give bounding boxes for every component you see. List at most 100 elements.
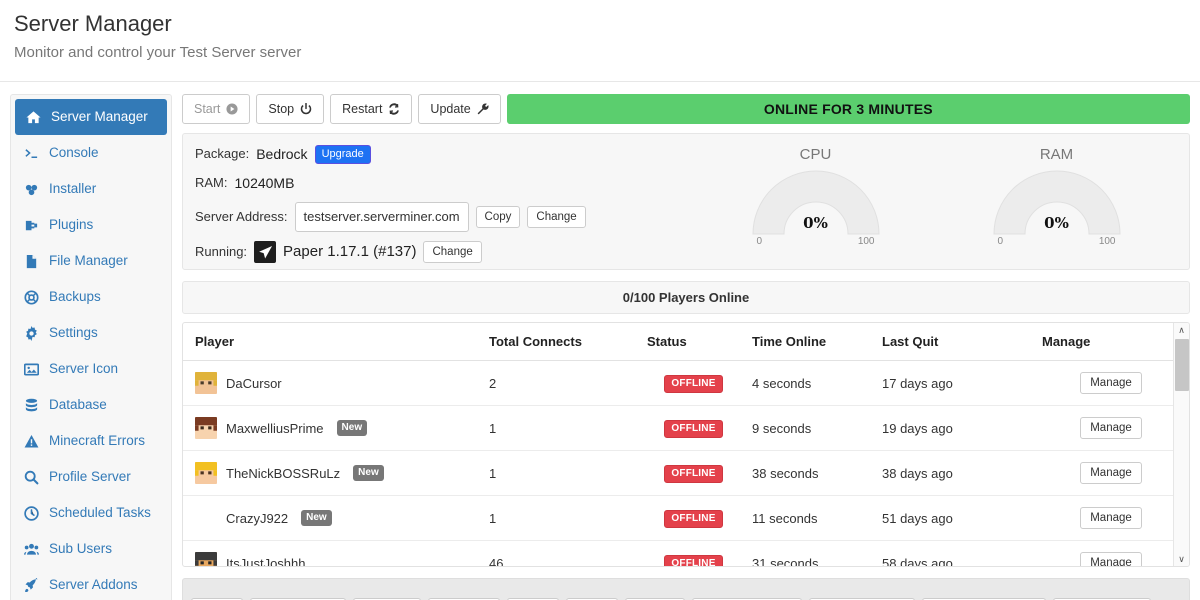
sidebar-item-label: Backups: [49, 289, 101, 304]
gauge-scale: 0 100: [757, 236, 875, 247]
cell-time-online: 31 seconds: [746, 540, 876, 566]
change-address-button[interactable]: Change: [527, 206, 586, 228]
sidebar-item-installer[interactable]: Installer: [11, 171, 171, 207]
sidebar-item-minecraft-errors[interactable]: Minecraft Errors: [11, 423, 171, 459]
lifebuoy-icon: [23, 289, 40, 306]
cell-total-connects: 1: [483, 405, 641, 451]
manage-button[interactable]: Manage: [1080, 462, 1142, 484]
ram-label: RAM:: [195, 175, 228, 190]
sidebar-item-label: Minecraft Errors: [49, 433, 146, 448]
scrollbar-thumb[interactable]: [1174, 339, 1189, 391]
cell-status: OFFLINE: [641, 495, 746, 541]
cell-status: OFFLINE: [641, 540, 746, 566]
sidebar-item-profile-server[interactable]: Profile Server: [11, 459, 171, 495]
sidebar-item-sub-users[interactable]: Sub Users: [11, 531, 171, 567]
sidebar-item-label: Plugins: [49, 217, 94, 232]
player-cell: DaCursor: [195, 372, 477, 394]
scroll-up-arrow-icon[interactable]: ∧: [1174, 323, 1190, 337]
users-icon: [23, 541, 40, 558]
cell-last-quit: 19 days ago: [876, 405, 1036, 451]
sidebar-item-label: Server Addons: [49, 577, 138, 592]
package-value: Bedrock: [256, 146, 308, 162]
players-table: Player Total Connects Status Time Online Las…: [183, 323, 1186, 567]
ram-row: RAM: 10240MB: [195, 173, 695, 193]
table-row: DaCursor 2 OFFLINE 4 seconds 17 days ago Mana…: [183, 360, 1186, 406]
avatar: [195, 552, 217, 566]
home-icon: [25, 109, 42, 126]
page-layout: Server Manager Console Installer Plugins Fil…: [0, 82, 1200, 600]
gauge-min-label: 0: [756, 236, 763, 247]
status-badge: OFFLINE: [664, 554, 723, 566]
manage-button[interactable]: Manage: [1080, 372, 1142, 394]
scrollbar-track[interactable]: [1174, 337, 1190, 552]
cell-player: TheNickBOSSRuLz New: [183, 450, 483, 496]
sidebar-item-label: Settings: [49, 325, 98, 340]
gauge-max-label: 100: [1098, 236, 1116, 247]
change-version-button[interactable]: Change: [423, 241, 482, 263]
gauge-arc: 0%: [967, 166, 1147, 235]
table-row: CrazyJ922 New 1 OFFLINE 11 seconds 51 days ag…: [183, 495, 1186, 541]
manage-button[interactable]: Manage: [1080, 552, 1142, 566]
cell-status: OFFLINE: [641, 360, 746, 406]
cell-time-online: 4 seconds: [746, 360, 876, 406]
sidebar-item-label: Sub Users: [49, 541, 113, 556]
start-button: Start: [182, 94, 251, 124]
sidebar-item-console[interactable]: Console: [11, 135, 171, 171]
package-row: Package: Bedrock Upgrade: [195, 144, 695, 164]
table-header-row: Player Total Connects Status Time Online Las…: [183, 323, 1186, 361]
manage-button[interactable]: Manage: [1080, 417, 1142, 439]
sidebar-item-settings[interactable]: Settings: [11, 315, 171, 351]
gauge-arc: 0%: [726, 166, 906, 235]
start-button-label: Start: [194, 102, 221, 116]
sidebar-item-server-icon[interactable]: Server Icon: [11, 351, 171, 387]
upgrade-button[interactable]: Upgrade: [314, 144, 371, 164]
player-name: DaCursor: [226, 375, 282, 391]
sidebar-item-label: Profile Server: [49, 469, 131, 484]
new-badge: New: [353, 465, 384, 481]
cell-total-connects: 1: [483, 495, 641, 541]
sidebar-item-label: File Manager: [49, 253, 128, 268]
new-badge: New: [301, 510, 332, 526]
sidebar-item-plugins[interactable]: Plugins: [11, 207, 171, 243]
main-content: Start Stop Restart Update ONLINE FOR 3 MINU…: [182, 94, 1190, 600]
sidebar-item-backups[interactable]: Backups: [11, 279, 171, 315]
player-name: ItsJustJoshhh: [226, 555, 306, 567]
cell-total-connects: 2: [483, 360, 641, 406]
player-name: TheNickBOSSRuLz: [226, 465, 341, 481]
scroll-down-arrow-icon[interactable]: ∨: [1174, 552, 1190, 566]
bottom-panel: [182, 578, 1190, 600]
wrench-icon: [477, 103, 489, 115]
cell-time-online: 11 seconds: [746, 495, 876, 541]
server-address-input[interactable]: testserver.serverminer.com: [294, 202, 469, 232]
gauge-value: 0%: [1044, 214, 1069, 232]
gauge-title: CPU: [799, 146, 832, 163]
player-name: CrazyJ922: [226, 510, 289, 526]
avatar: [195, 507, 217, 529]
column-header-total-connects: Total Connects: [483, 323, 641, 361]
status-badge: OFFLINE: [664, 374, 723, 393]
gauge-ram: RAM 0% 0 100: [967, 146, 1147, 247]
update-button[interactable]: Update: [418, 94, 501, 124]
sidebar-item-server-manager[interactable]: Server Manager: [15, 99, 167, 135]
player-cell: ItsJustJoshhh: [195, 552, 477, 567]
sidebar-item-file-manager[interactable]: File Manager: [11, 243, 171, 279]
page-subtitle: Monitor and control your Test Server ser…: [14, 44, 302, 61]
table-scrollbar[interactable]: ∧ ∨: [1173, 323, 1189, 566]
sidebar-item-server-addons[interactable]: Server Addons: [11, 567, 171, 600]
restart-button[interactable]: Restart: [330, 94, 413, 124]
column-header-manage: Manage: [1036, 323, 1186, 361]
gauge-value: 0%: [803, 214, 828, 232]
gauge-scale: 0 100: [998, 236, 1116, 247]
sidebar-item-label: Scheduled Tasks: [49, 505, 151, 520]
copy-address-button[interactable]: Copy: [475, 206, 521, 228]
page-header: Server Manager Monitor and control your …: [0, 0, 1200, 82]
manage-button[interactable]: Manage: [1080, 507, 1142, 529]
rocket-icon: [23, 577, 40, 594]
ram-value: 10240MB: [234, 175, 295, 191]
sidebar-item-database[interactable]: Database: [11, 387, 171, 423]
sidebar: Server Manager Console Installer Plugins Fil…: [10, 94, 172, 600]
sidebar-item-label: Database: [49, 397, 107, 412]
sidebar-item-label: Installer: [49, 181, 97, 196]
stop-button[interactable]: Stop: [256, 94, 325, 124]
sidebar-item-scheduled-tasks[interactable]: Scheduled Tasks: [11, 495, 171, 531]
